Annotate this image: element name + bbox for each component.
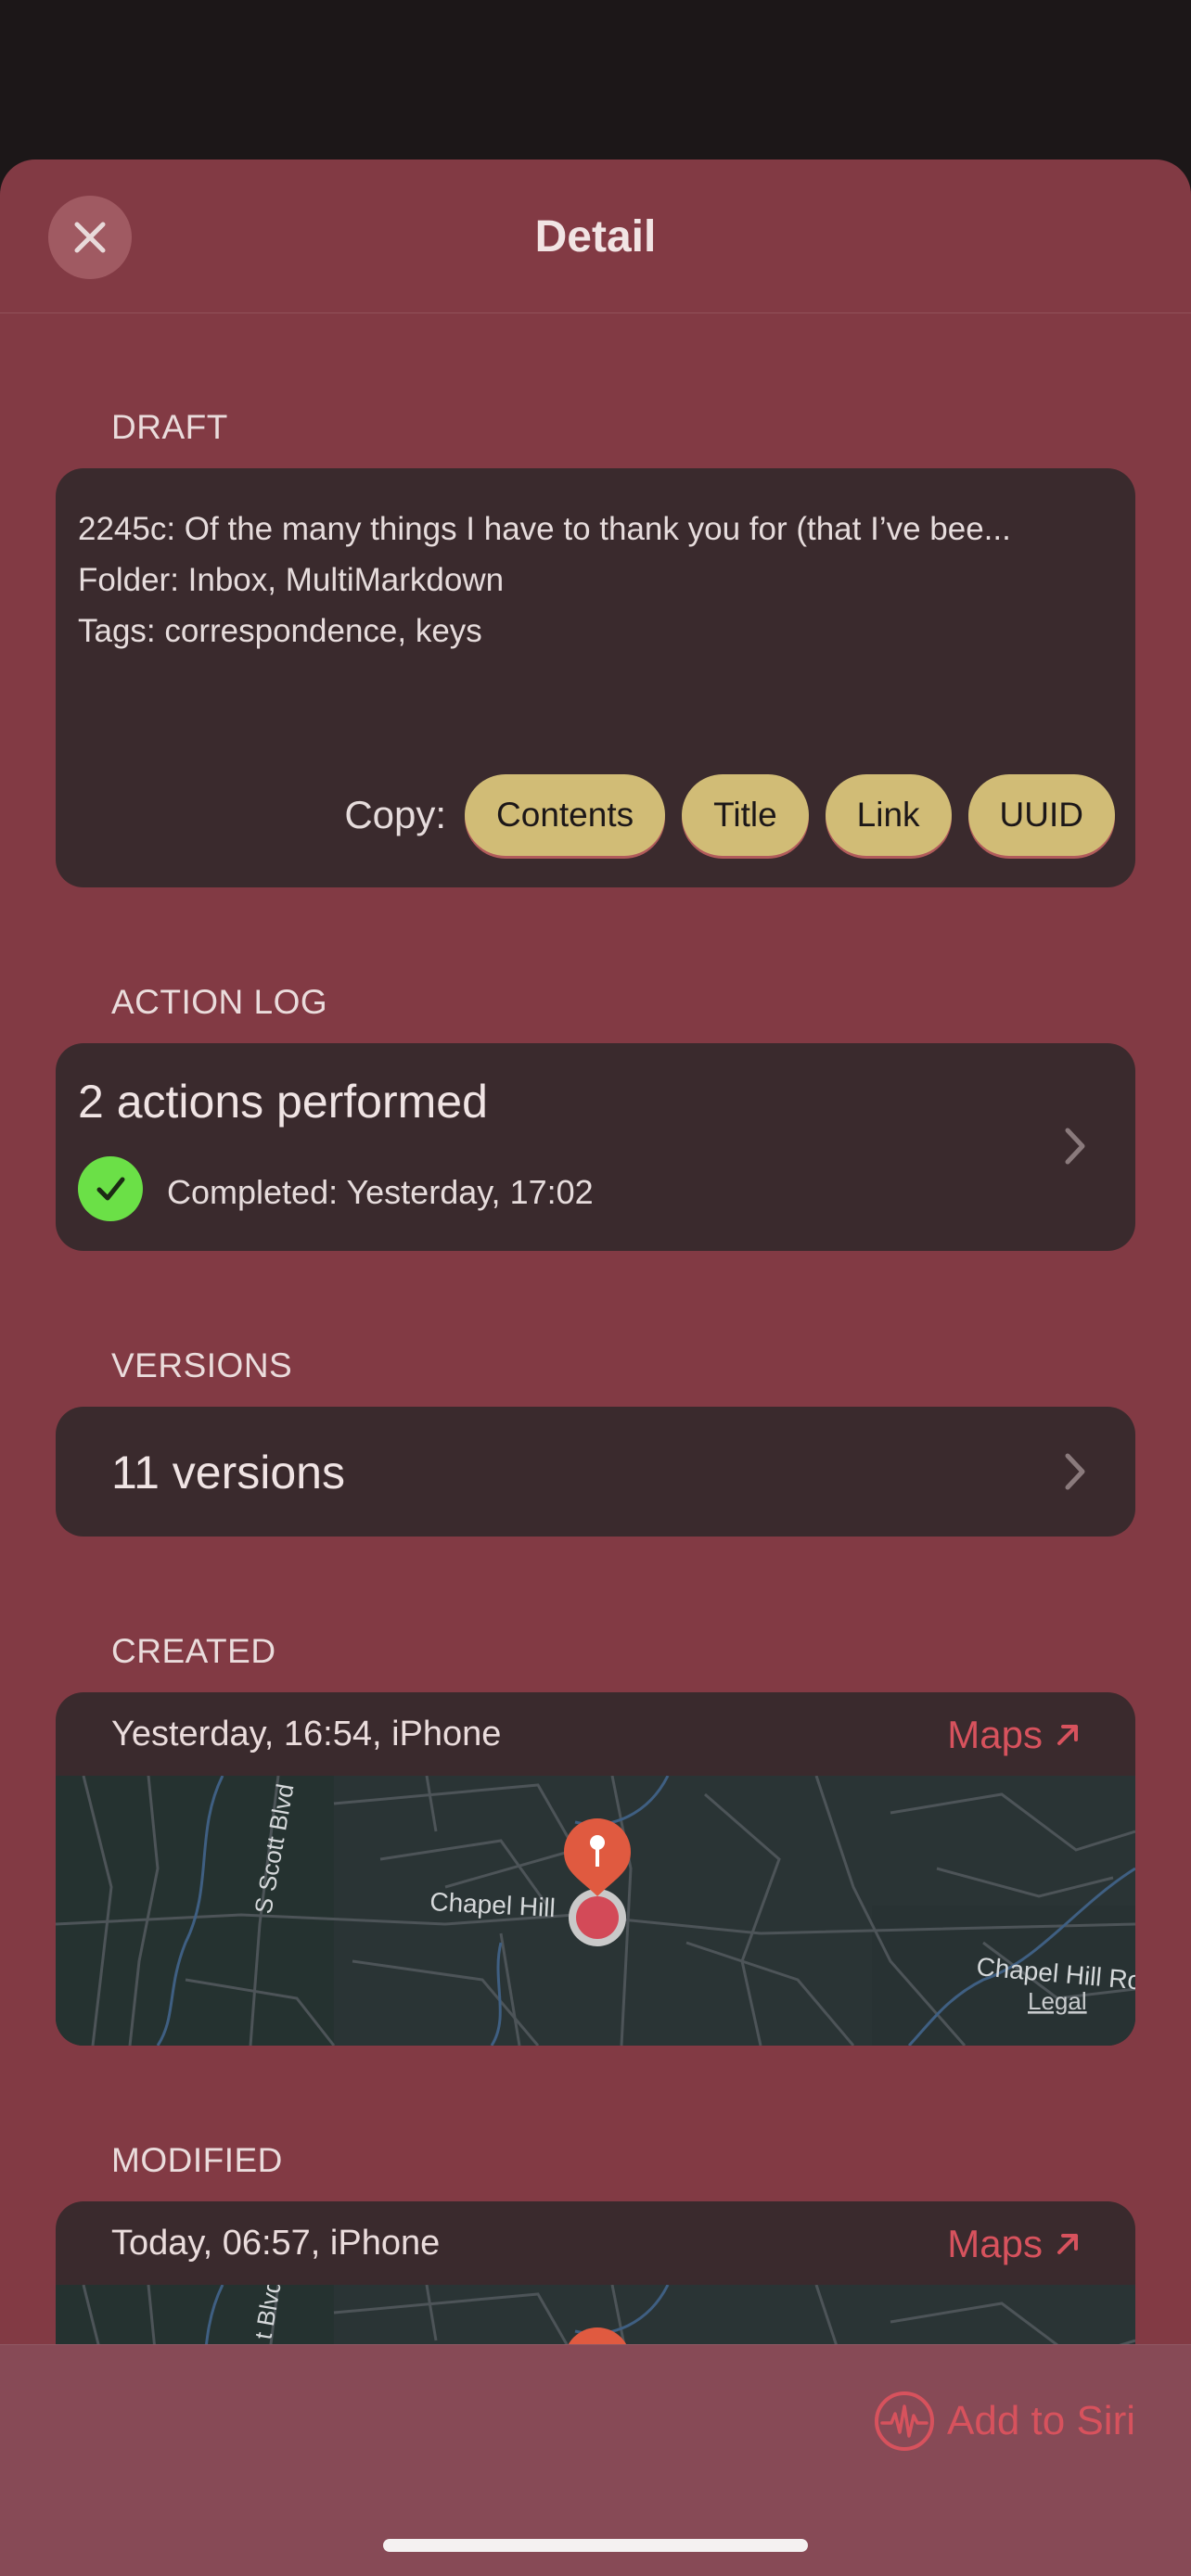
- copy-row: Copy: Contents Title Link UUID: [344, 774, 1115, 856]
- chevron-right-icon: [1065, 1453, 1085, 1490]
- draft-card: 2245c: Of the many things I have to than…: [56, 468, 1135, 887]
- maps-label: Maps: [947, 1713, 1043, 1756]
- modified-maps-link[interactable]: Maps: [947, 2222, 1082, 2266]
- chevron-right-icon: [1065, 1128, 1085, 1165]
- checkmark-icon: [78, 1156, 143, 1221]
- created-info: Yesterday, 16:54, iPhone: [111, 1715, 502, 1753]
- maps-label: Maps: [947, 2222, 1043, 2265]
- action-log-status: Completed: Yesterday, 17:02: [167, 1173, 594, 1211]
- home-indicator[interactable]: [383, 2539, 808, 2552]
- created-map[interactable]: S Scott Blvd Chapel Hill Chapel Hill Ro …: [56, 1776, 1135, 2046]
- action-log-title: 2 actions performed: [78, 1076, 488, 1128]
- action-log-card[interactable]: 2 actions performed Completed: Yesterday…: [56, 1043, 1135, 1251]
- siri-waveform-icon: [875, 2391, 935, 2451]
- add-to-siri-label: Add to Siri: [947, 2398, 1135, 2443]
- copy-uuid-button[interactable]: UUID: [967, 774, 1115, 856]
- copy-title-button[interactable]: Title: [682, 774, 809, 856]
- action-log-section-label: ACTION LOG: [111, 983, 328, 1021]
- created-maps-link[interactable]: Maps: [947, 1713, 1082, 1757]
- versions-section-label: VERSIONS: [111, 1346, 293, 1384]
- map-legal-link[interactable]: Legal: [1028, 1987, 1087, 2015]
- versions-card[interactable]: 11 versions: [56, 1407, 1135, 1537]
- copy-link-button[interactable]: Link: [825, 774, 952, 856]
- modified-section-label: MODIFIED: [111, 2141, 283, 2179]
- draft-section-label: DRAFT: [111, 408, 228, 446]
- arrow-up-right-icon: [1057, 2234, 1078, 2254]
- versions-title: 11 versions: [111, 1447, 345, 1498]
- created-card: Yesterday, 16:54, iPhone Maps S Scott Bl…: [56, 1692, 1135, 2046]
- arrow-up-right-icon: [1057, 1725, 1078, 1745]
- add-to-siri-button[interactable]: Add to Siri: [873, 2390, 1135, 2453]
- created-section-label: CREATED: [111, 1632, 276, 1670]
- copy-contents-button[interactable]: Contents: [465, 774, 666, 856]
- modified-info: Today, 06:57, iPhone: [111, 2224, 441, 2263]
- draft-tags-line: Tags: correspondence, keys: [78, 613, 482, 649]
- copy-label: Copy:: [344, 793, 447, 836]
- page-title: Detail: [534, 212, 657, 261]
- detail-sheet: Detail DRAFT 2245c: Of the many things I…: [0, 159, 1191, 2576]
- sheet-header: Detail: [0, 159, 1191, 313]
- draft-title-line: 2245c: Of the many things I have to than…: [78, 511, 1011, 547]
- draft-folder-line: Folder: Inbox, MultiMarkdown: [78, 562, 505, 598]
